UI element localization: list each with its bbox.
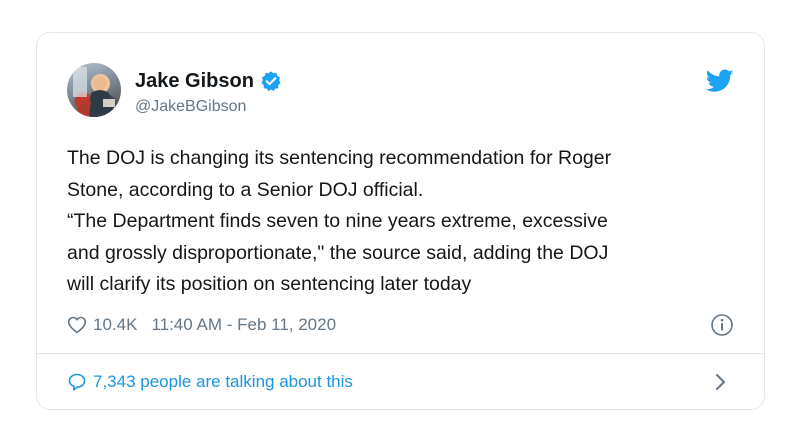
info-icon[interactable] [710, 313, 734, 337]
like-count[interactable]: 10.4K [93, 315, 137, 335]
author-handle[interactable]: @JakeBGibson [135, 98, 246, 116]
tweet-timestamp[interactable]: 11:40 AM - Feb 11, 2020 [151, 315, 336, 335]
tweet-text-line: will clarify its position on sentencing … [67, 273, 472, 295]
speech-bubble-icon [67, 372, 87, 392]
name-row: Jake Gibson [135, 69, 282, 93]
tweet-text: The DOJ is changing its sentencing recom… [67, 143, 737, 301]
talking-count-link[interactable]: 7,343 people are talking about this [93, 372, 353, 392]
chevron-right-icon[interactable] [714, 372, 728, 392]
tweet-text-line: and grossly disproportionate," the sourc… [67, 241, 609, 264]
tweet-meta: 10.4K 11:40 AM - Feb 11, 2020 [67, 313, 734, 337]
verified-badge-icon [260, 70, 282, 92]
avatar[interactable] [67, 63, 121, 117]
tweet-header: Jake Gibson @JakeBGibson [67, 63, 734, 119]
twitter-bird-icon[interactable] [705, 69, 734, 93]
tweet-text-line: The DOJ is changing its sentencing recom… [67, 147, 612, 169]
conversation-link[interactable]: 7,343 people are talking about this [67, 369, 734, 395]
author-name[interactable]: Jake Gibson [135, 70, 254, 93]
divider [37, 353, 764, 354]
tweet-text-line: “The Department finds seven to nine year… [67, 210, 608, 232]
tweet-card[interactable]: Jake Gibson @JakeBGibson The DOJ is chan… [36, 32, 765, 410]
heart-icon[interactable] [67, 315, 87, 335]
tweet-text-line: Stone, according to a Senior DOJ officia… [67, 178, 424, 201]
